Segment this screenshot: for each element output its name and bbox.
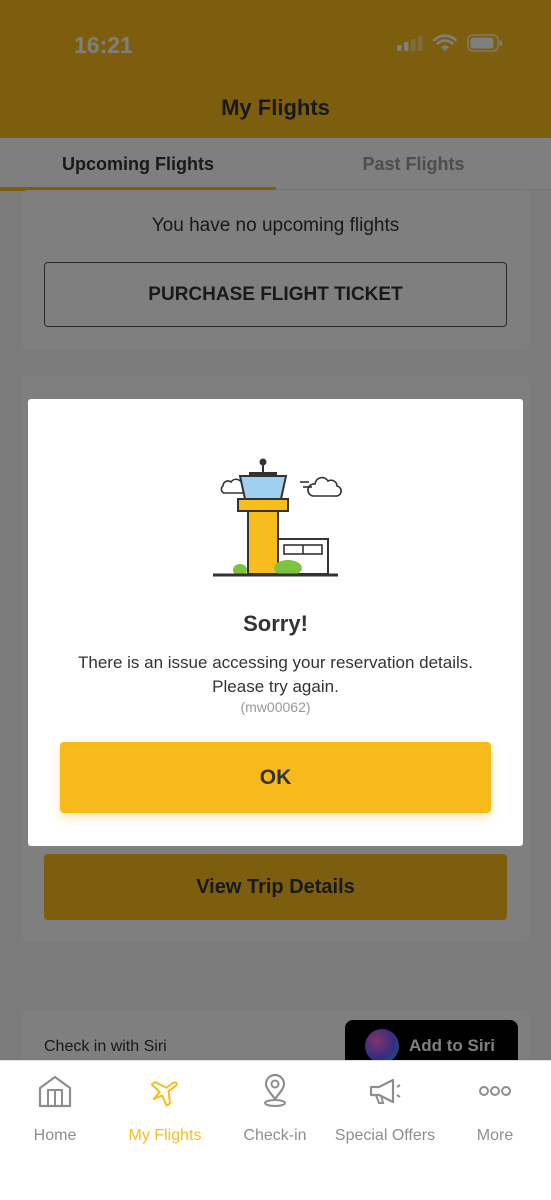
- tabbar-label-more: More: [476, 1127, 514, 1144]
- more-dots-icon: [475, 1071, 515, 1111]
- error-code: (mw00062): [240, 699, 311, 715]
- tabbar-label-my-flights: My Flights: [128, 1127, 202, 1144]
- plane-icon: [145, 1071, 185, 1111]
- tabbar-item-home[interactable]: Home: [0, 1071, 110, 1151]
- tabbar-item-my-flights[interactable]: My Flights: [110, 1071, 220, 1151]
- dialog-message-line-2: Please try again.: [212, 677, 339, 696]
- tabbar-item-check-in[interactable]: Check-in: [220, 1071, 330, 1151]
- tabbar-label-check-in: Check-in: [243, 1127, 307, 1144]
- tabbar-label-special-offers: Special Offers: [334, 1127, 436, 1144]
- tabbar-item-more[interactable]: More: [440, 1071, 550, 1151]
- dialog-title: Sorry!: [243, 611, 308, 636]
- tabbar-label-home: Home: [33, 1127, 77, 1144]
- tabbar-item-special-offers[interactable]: Special Offers: [330, 1071, 440, 1151]
- bottom-tab-bar: Home My Flights Check-in Special Offers …: [0, 1060, 551, 1200]
- dialog-message: There is an issue accessing your reserva…: [48, 651, 503, 699]
- app-screen: 16:21: [0, 0, 551, 1200]
- home-icon: [35, 1071, 75, 1111]
- megaphone-icon: [365, 1071, 405, 1111]
- location-pin-icon: [255, 1071, 295, 1111]
- dialog-message-line-1: There is an issue accessing your reserva…: [78, 653, 473, 672]
- control-tower-icon: [208, 454, 343, 584]
- ok-button[interactable]: OK: [60, 742, 491, 813]
- error-dialog: Sorry! There is an issue accessing your …: [28, 399, 523, 846]
